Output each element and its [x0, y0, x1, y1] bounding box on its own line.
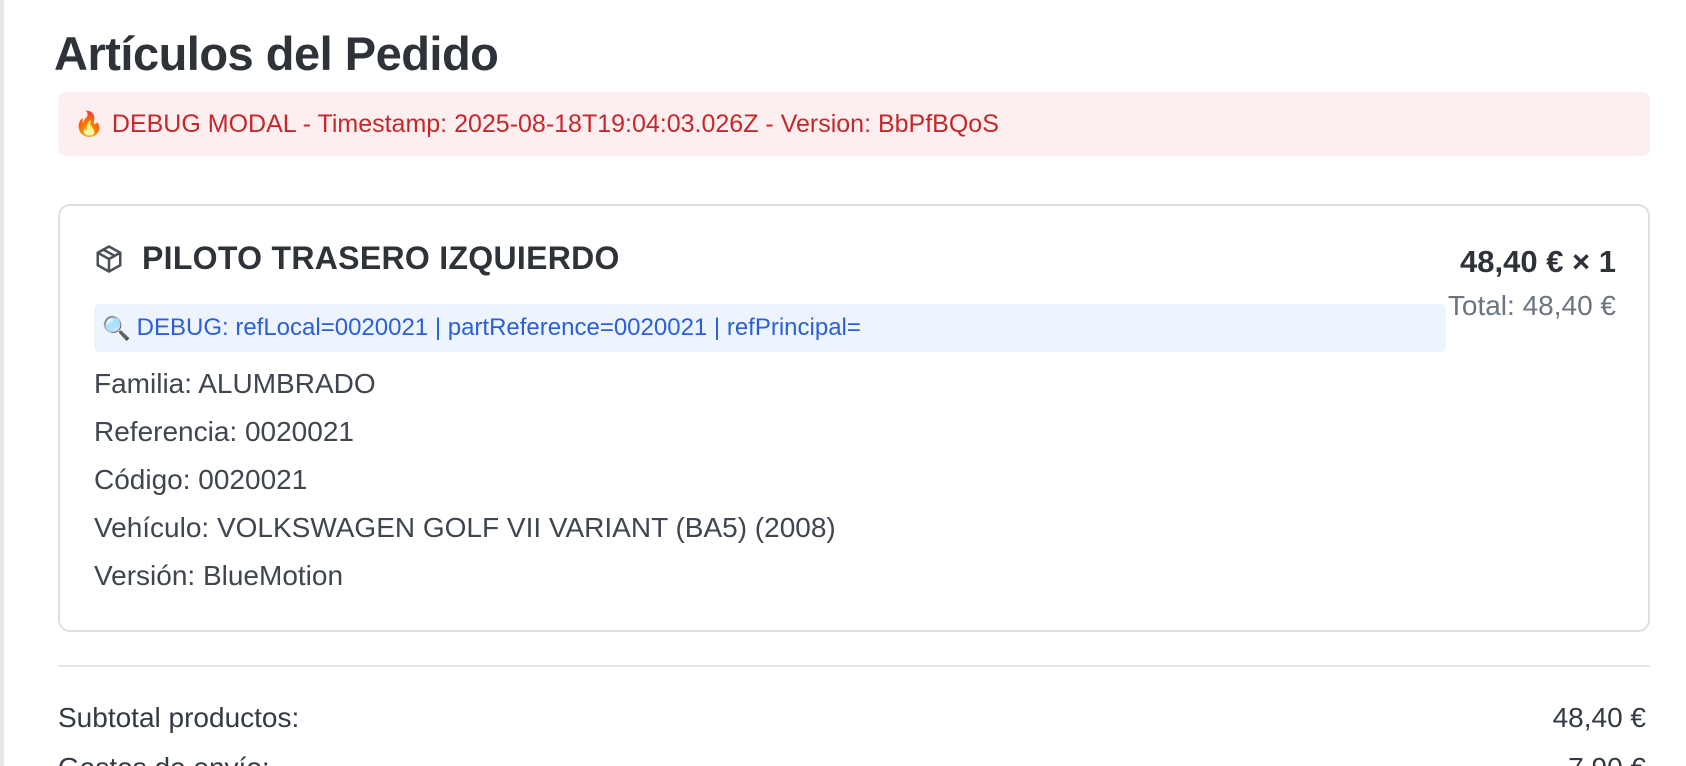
- item-familia: Familia: ALUMBRADO: [94, 368, 376, 399]
- fire-icon: 🔥: [74, 110, 104, 138]
- section-title: Artículos del Pedido: [54, 27, 499, 80]
- subtotal-value: 48,40 €: [1552, 702, 1646, 733]
- item-debug-line: 🔍 DEBUG: refLocal=0020021 | partReferenc…: [94, 304, 1446, 352]
- debug-banner-text: DEBUG MODAL - Timestamp: 2025-08-18T19:0…: [111, 109, 999, 138]
- item-total: Total: 48,40 €: [1447, 290, 1616, 321]
- debug-banner: 🔥 DEBUG MODAL - Timestamp: 2025-08-18T19…: [58, 92, 1650, 156]
- package-icon: [96, 244, 122, 273]
- item-vehiculo: Vehículo: VOLKSWAGEN GOLF VII VARIANT (B…: [94, 512, 836, 543]
- item-codigo: Código: 0020021: [94, 464, 308, 495]
- magnifier-icon: 🔍: [102, 314, 131, 341]
- shipping-value: 7,90 €: [1568, 752, 1646, 766]
- item-title-row: PILOTO TRASERO IZQUIERDO: [94, 240, 620, 277]
- subtotal-label: Subtotal productos:: [58, 702, 300, 733]
- item-title: PILOTO TRASERO IZQUIERDO: [142, 240, 620, 276]
- order-items-panel: Artículos del Pedido 🔥 DEBUG MODAL - Tim…: [0, 0, 1686, 766]
- item-version: Versión: BlueMotion: [94, 560, 344, 591]
- item-unit-price: 48,40 € × 1: [1460, 244, 1616, 279]
- order-item-card: PILOTO TRASERO IZQUIERDO 🔍 DEBUG: refLoc…: [58, 204, 1650, 632]
- item-referencia: Referencia: 0020021: [94, 416, 354, 447]
- summary-divider: [58, 665, 1650, 667]
- item-debug-text: DEBUG: refLocal=0020021 | partReference=…: [136, 314, 861, 341]
- shipping-label: Gastos de envío:: [58, 752, 270, 766]
